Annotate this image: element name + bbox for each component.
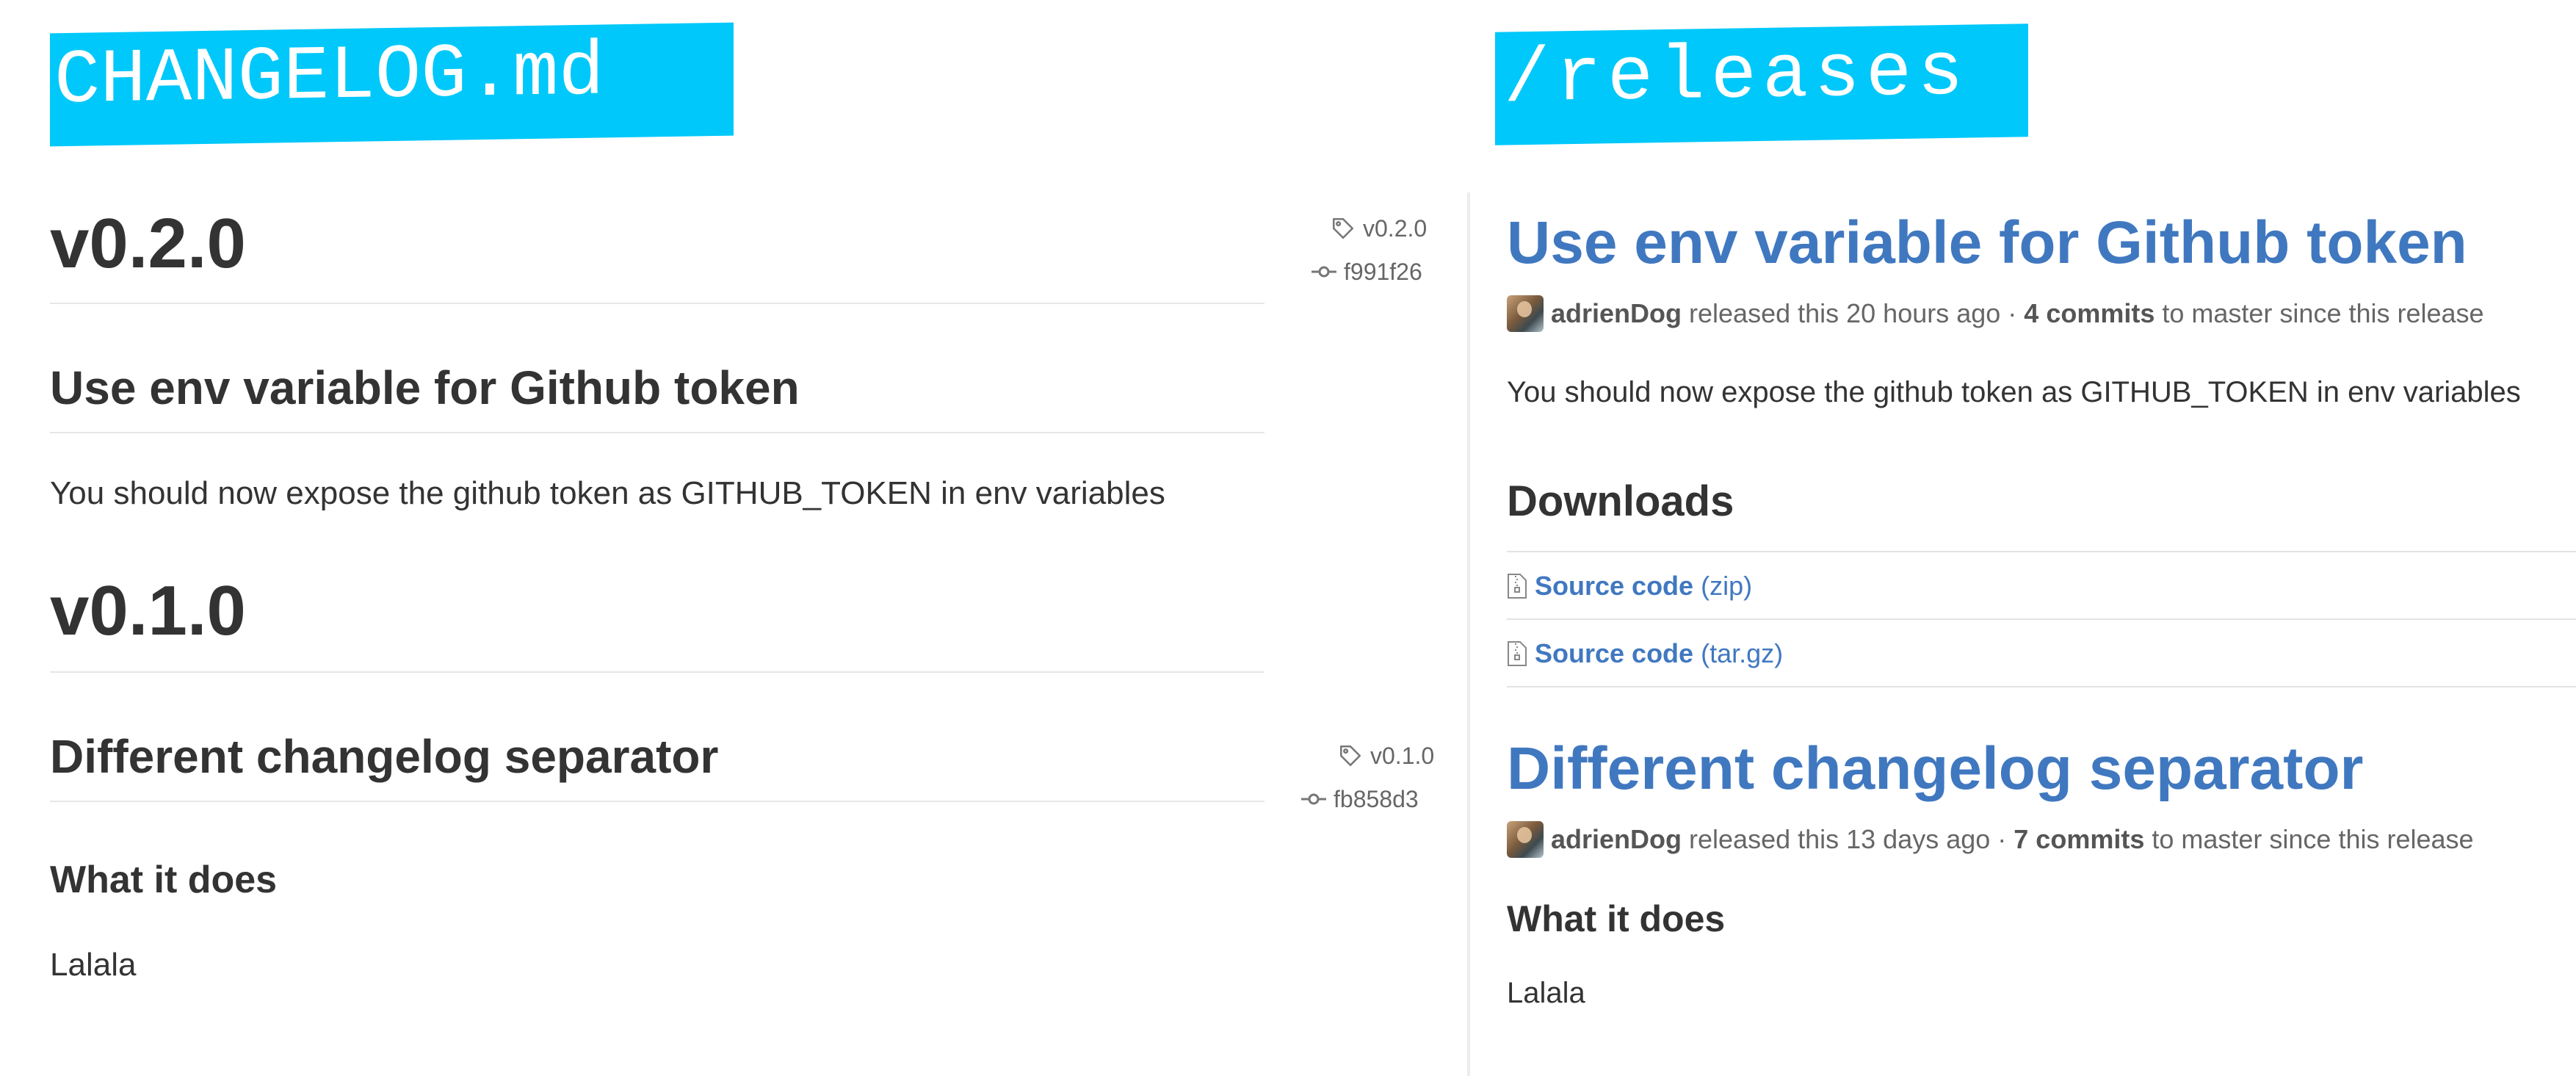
entry-title-v010: Different changelog separator [50,730,719,783]
release-subheading-2: What it does [1507,898,1726,939]
git-commit-icon [1311,266,1336,278]
entry-body-v010: Lalala [50,947,137,983]
version-heading-v020: v0.2.0 [50,204,246,283]
release-body-1: You should now expose the github token a… [1507,376,2521,408]
avatar[interactable] [1507,295,1544,332]
version-heading-v010: v0.1.0 [50,571,246,650]
heading-rule [50,432,1265,433]
released-text: released this 20 hours ago · [1689,298,2017,328]
download-targz-link[interactable]: Source code (tar.gz) [1507,640,1783,667]
git-commit-icon [1301,793,1326,805]
subheading-v010: What it does [50,859,278,901]
release-title-1[interactable]: Use env variable for Github token [1507,213,2467,273]
downloads-heading: Downloads [1507,477,1734,525]
releases-banner-label: /releases [1504,29,1969,124]
commit-label-v010: fb858d3 [1334,786,1419,812]
tag-link-v020[interactable]: v0.2.0 [1331,216,1427,241]
downloads-rule [1507,618,2576,620]
download-format: (zip) [1701,571,1753,601]
author-link[interactable]: adrienDog [1551,300,1682,327]
tag-icon [1339,745,1361,767]
heading-rule [50,671,1265,673]
download-label: Source code [1535,571,1694,601]
since-text: to master since this release [2152,824,2474,854]
release-title-2[interactable]: Different changelog separator [1507,739,2363,799]
commit-link-v010[interactable]: fb858d3 [1301,787,1419,811]
avatar[interactable] [1507,821,1544,858]
tag-link-v010[interactable]: v0.1.0 [1338,743,1434,768]
heading-rule [50,801,1265,802]
tag-icon [1332,217,1354,239]
download-format: (tar.gz) [1701,638,1784,668]
heading-rule [50,303,1265,304]
since-text: to master since this release [2162,298,2484,328]
changelog-banner: CHANGELOG.md [50,22,734,147]
commit-link-v020[interactable]: f991f26 [1311,260,1422,284]
tag-label-v010: v0.1.0 [1370,743,1435,769]
release-byline-1: adrienDog released this 20 hours ago · 4… [1507,295,2484,332]
release-body-2: Lalala [1507,977,1585,1009]
download-zip-link[interactable]: Source code (zip) [1507,573,1752,599]
released-text: released this 13 days ago · [1689,824,2007,854]
panel-divider [1467,192,1470,1076]
entry-body-v020: You should now expose the github token a… [50,475,1165,511]
releases-banner: /releases [1495,24,2028,145]
download-label: Source code [1535,638,1694,668]
commits-count[interactable]: 7 commits [2014,826,2144,853]
downloads-rule [1507,686,2576,687]
file-zip-icon [1508,574,1527,599]
tag-label-v020: v0.2.0 [1363,215,1428,242]
file-zip-icon [1508,641,1527,666]
changelog-banner-label: CHANGELOG.md [54,29,604,126]
commit-label-v020: f991f26 [1344,259,1422,285]
downloads-rule [1507,551,2576,552]
entry-title-v020: Use env variable for Github token [50,361,800,414]
author-link[interactable]: adrienDog [1551,826,1682,853]
commits-count[interactable]: 4 commits [2024,300,2154,327]
release-byline-2: adrienDog released this 13 days ago · 7 … [1507,821,2474,858]
